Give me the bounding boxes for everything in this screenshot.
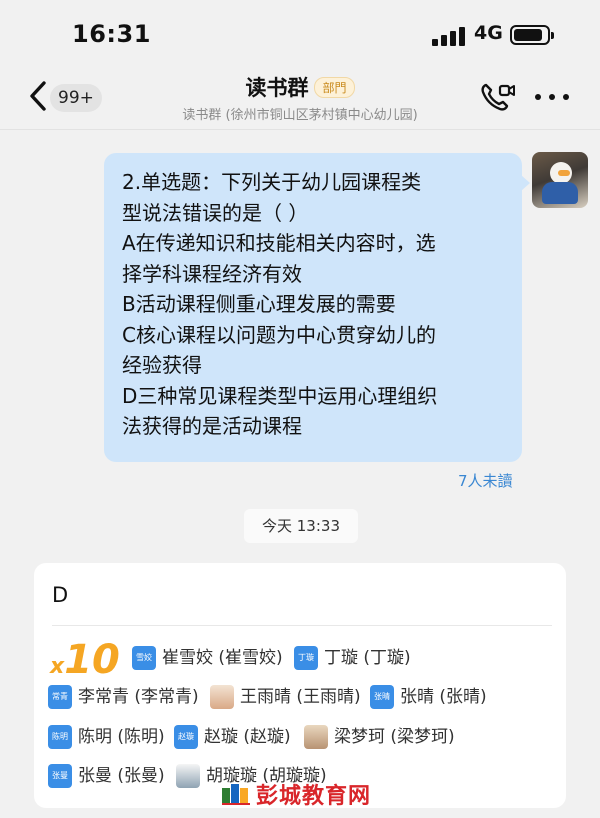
divider xyxy=(52,625,552,626)
sender-avatar[interactable] xyxy=(532,152,588,208)
plus-number: 10 xyxy=(64,637,120,683)
status-time: 16:31 xyxy=(72,20,151,48)
responder-name: 梁梦珂 (梁梦珂) xyxy=(334,727,455,747)
message-line: 型说法错误的是（ ） xyxy=(122,200,309,225)
responder-name: 丁璇 (丁璇) xyxy=(324,648,411,668)
message-line: 择学科课程经济有效 xyxy=(122,261,302,286)
responder-avatar: 常青 xyxy=(48,685,72,709)
department-tag: 部門 xyxy=(314,77,355,98)
timestamp: 今天 13:33 xyxy=(244,509,358,543)
responder-name: 张曼 (张曼) xyxy=(78,766,165,786)
responder-avatar xyxy=(304,725,328,749)
signal-icon xyxy=(432,26,466,46)
responder-avatar: 雪姣 xyxy=(132,646,156,670)
watermark-text: 彭城教育网 xyxy=(256,784,372,809)
responder-avatar: 丁璇 xyxy=(294,646,318,670)
bubble-tail xyxy=(521,175,530,191)
responder-name: 赵璇 (赵璇) xyxy=(204,727,291,747)
message-line: 经验获得 xyxy=(122,353,202,377)
unread-status[interactable]: 7人未讀 xyxy=(458,470,513,491)
network-label: 4G xyxy=(474,22,503,44)
message-line: 法获得的是活动课程 xyxy=(122,414,302,438)
responder-avatar: 赵璇 xyxy=(174,725,198,749)
responder-name: 张晴 (张晴) xyxy=(400,687,487,707)
responder-name: 王雨晴 (王雨晴) xyxy=(240,687,361,707)
message-line: C核心课程以问题为中心贯穿幼儿的 xyxy=(122,322,436,347)
responder-avatar: 张晴 xyxy=(370,685,394,709)
more-icon[interactable] xyxy=(534,94,570,102)
reply-card[interactable]: D x10 雪姣 崔雪姣 (崔雪姣) 丁璇 丁璇 (丁璇) 常青 李常青 (李常… xyxy=(34,563,566,808)
status-bar: 16:31 4G xyxy=(0,0,600,64)
message-line: 2.单选题：下列关于幼儿园课程类 xyxy=(122,170,422,194)
responder-avatar: 张曼 xyxy=(48,764,72,788)
video-call-icon[interactable] xyxy=(480,81,516,113)
reply-answer: D xyxy=(52,583,69,607)
responder-name: 崔雪姣 (崔雪姣) xyxy=(162,648,283,668)
message-line: A在传递知识和技能相关内容时，选 xyxy=(122,231,436,255)
message-line: B活动课程侧重心理发展的需要 xyxy=(122,292,396,316)
responder-avatar xyxy=(210,685,234,709)
message-bubble[interactable]: 2.单选题：下列关于幼儿园课程类 型说法错误的是（ ） A在传递知识和技能相关内… xyxy=(104,153,530,462)
battery-icon xyxy=(510,25,554,45)
responder-avatar xyxy=(176,764,200,788)
responder-name: 陈明 (陈明) xyxy=(78,727,165,747)
plus-prefix: x xyxy=(50,654,65,679)
responder-name: 李常青 (李常青) xyxy=(78,687,199,707)
chat-header: 99+ 读书群 部門 读书群 (徐州市铜山区茅村镇中心幼儿园) xyxy=(0,64,600,130)
message-line: D三种常见课程类型中运用心理组织 xyxy=(122,383,438,408)
plus-one-count: x10 xyxy=(50,637,120,683)
chat-title: 读书群 xyxy=(245,76,309,100)
responder-avatar: 陈明 xyxy=(48,725,72,749)
book-logo-icon xyxy=(222,784,250,805)
